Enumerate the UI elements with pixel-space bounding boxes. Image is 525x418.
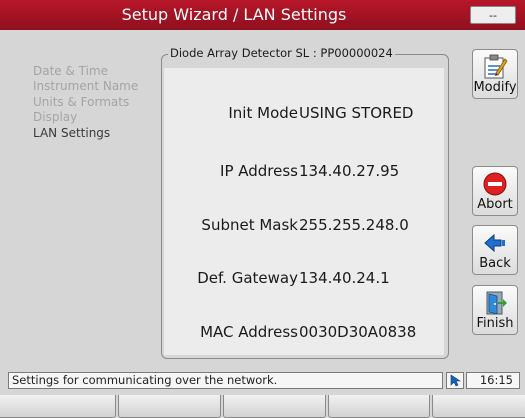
softkey-1[interactable] [0, 392, 116, 418]
stop-icon [473, 170, 517, 198]
modify-button-label: Modify [473, 80, 517, 95]
wizard-nav: Date & Time Instrument Name Units & Form… [33, 64, 138, 141]
softkey-4[interactable] [328, 392, 430, 418]
lan-settings-panel: Init Mode USING STORED IP Address 134.40… [164, 68, 444, 355]
status-time: 16:15 [466, 372, 520, 389]
main-content: Date & Time Instrument Name Units & Form… [0, 30, 525, 368]
window-title: Setup Wizard / LAN Settings [121, 5, 347, 24]
nav-item-units-formats[interactable]: Units & Formats [33, 95, 138, 110]
subnet-mask-label: Subnet Mask [201, 216, 298, 234]
softkey-5[interactable] [432, 392, 525, 418]
status-bar: Settings for communicating over the netw… [0, 372, 525, 395]
def-gateway-label: Def. Gateway [197, 269, 298, 287]
def-gateway-value[interactable]: 134.40.24.1 [299, 266, 390, 290]
row-subnet-mask[interactable]: Subnet Mask 255.255.248.0 [164, 213, 444, 237]
init-mode-value[interactable]: USING STORED [299, 101, 413, 125]
row-def-gateway[interactable]: Def. Gateway 134.40.24.1 [164, 266, 444, 290]
softkey-3[interactable] [223, 392, 326, 418]
title-bar: Setup Wizard / LAN Settings -- [0, 0, 525, 30]
subnet-mask-value[interactable]: 255.255.248.0 [299, 213, 409, 237]
status-message: Settings for communicating over the netw… [8, 372, 443, 389]
group-title: Diode Array Detector SL : PP00000024 [168, 46, 395, 60]
finish-button-label: Finish [476, 316, 514, 331]
nav-item-instrument-name[interactable]: Instrument Name [33, 79, 138, 94]
softkey-2[interactable] [118, 392, 221, 418]
clipboard-edit-icon [473, 53, 517, 81]
back-button[interactable]: Back [472, 225, 518, 275]
modify-button[interactable]: Modify [472, 49, 518, 99]
row-mac-address[interactable]: MAC Address 0030D30A0838 [164, 320, 444, 344]
row-ip-address[interactable]: IP Address 134.40.27.95 [164, 159, 444, 183]
back-button-label: Back [479, 256, 511, 271]
abort-button[interactable]: Abort [472, 166, 518, 216]
row-init-mode[interactable]: Init Mode USING STORED [164, 101, 444, 125]
finish-button[interactable]: Finish [472, 285, 518, 335]
door-exit-icon [473, 289, 517, 317]
nav-item-display[interactable]: Display [33, 110, 138, 125]
mac-address-label: MAC Address [200, 323, 298, 341]
title-menu-button[interactable]: -- [470, 6, 516, 24]
cursor-icon [446, 372, 464, 389]
arrow-left-icon [473, 229, 517, 257]
ip-address-label: IP Address [220, 162, 298, 180]
abort-button-label: Abort [477, 197, 513, 212]
ip-address-value[interactable]: 134.40.27.95 [299, 159, 399, 183]
init-mode-label: Init Mode [228, 104, 298, 122]
mac-address-value: 0030D30A0838 [299, 323, 417, 341]
nav-item-date-time[interactable]: Date & Time [33, 64, 138, 79]
nav-item-lan-settings[interactable]: LAN Settings [33, 126, 138, 141]
